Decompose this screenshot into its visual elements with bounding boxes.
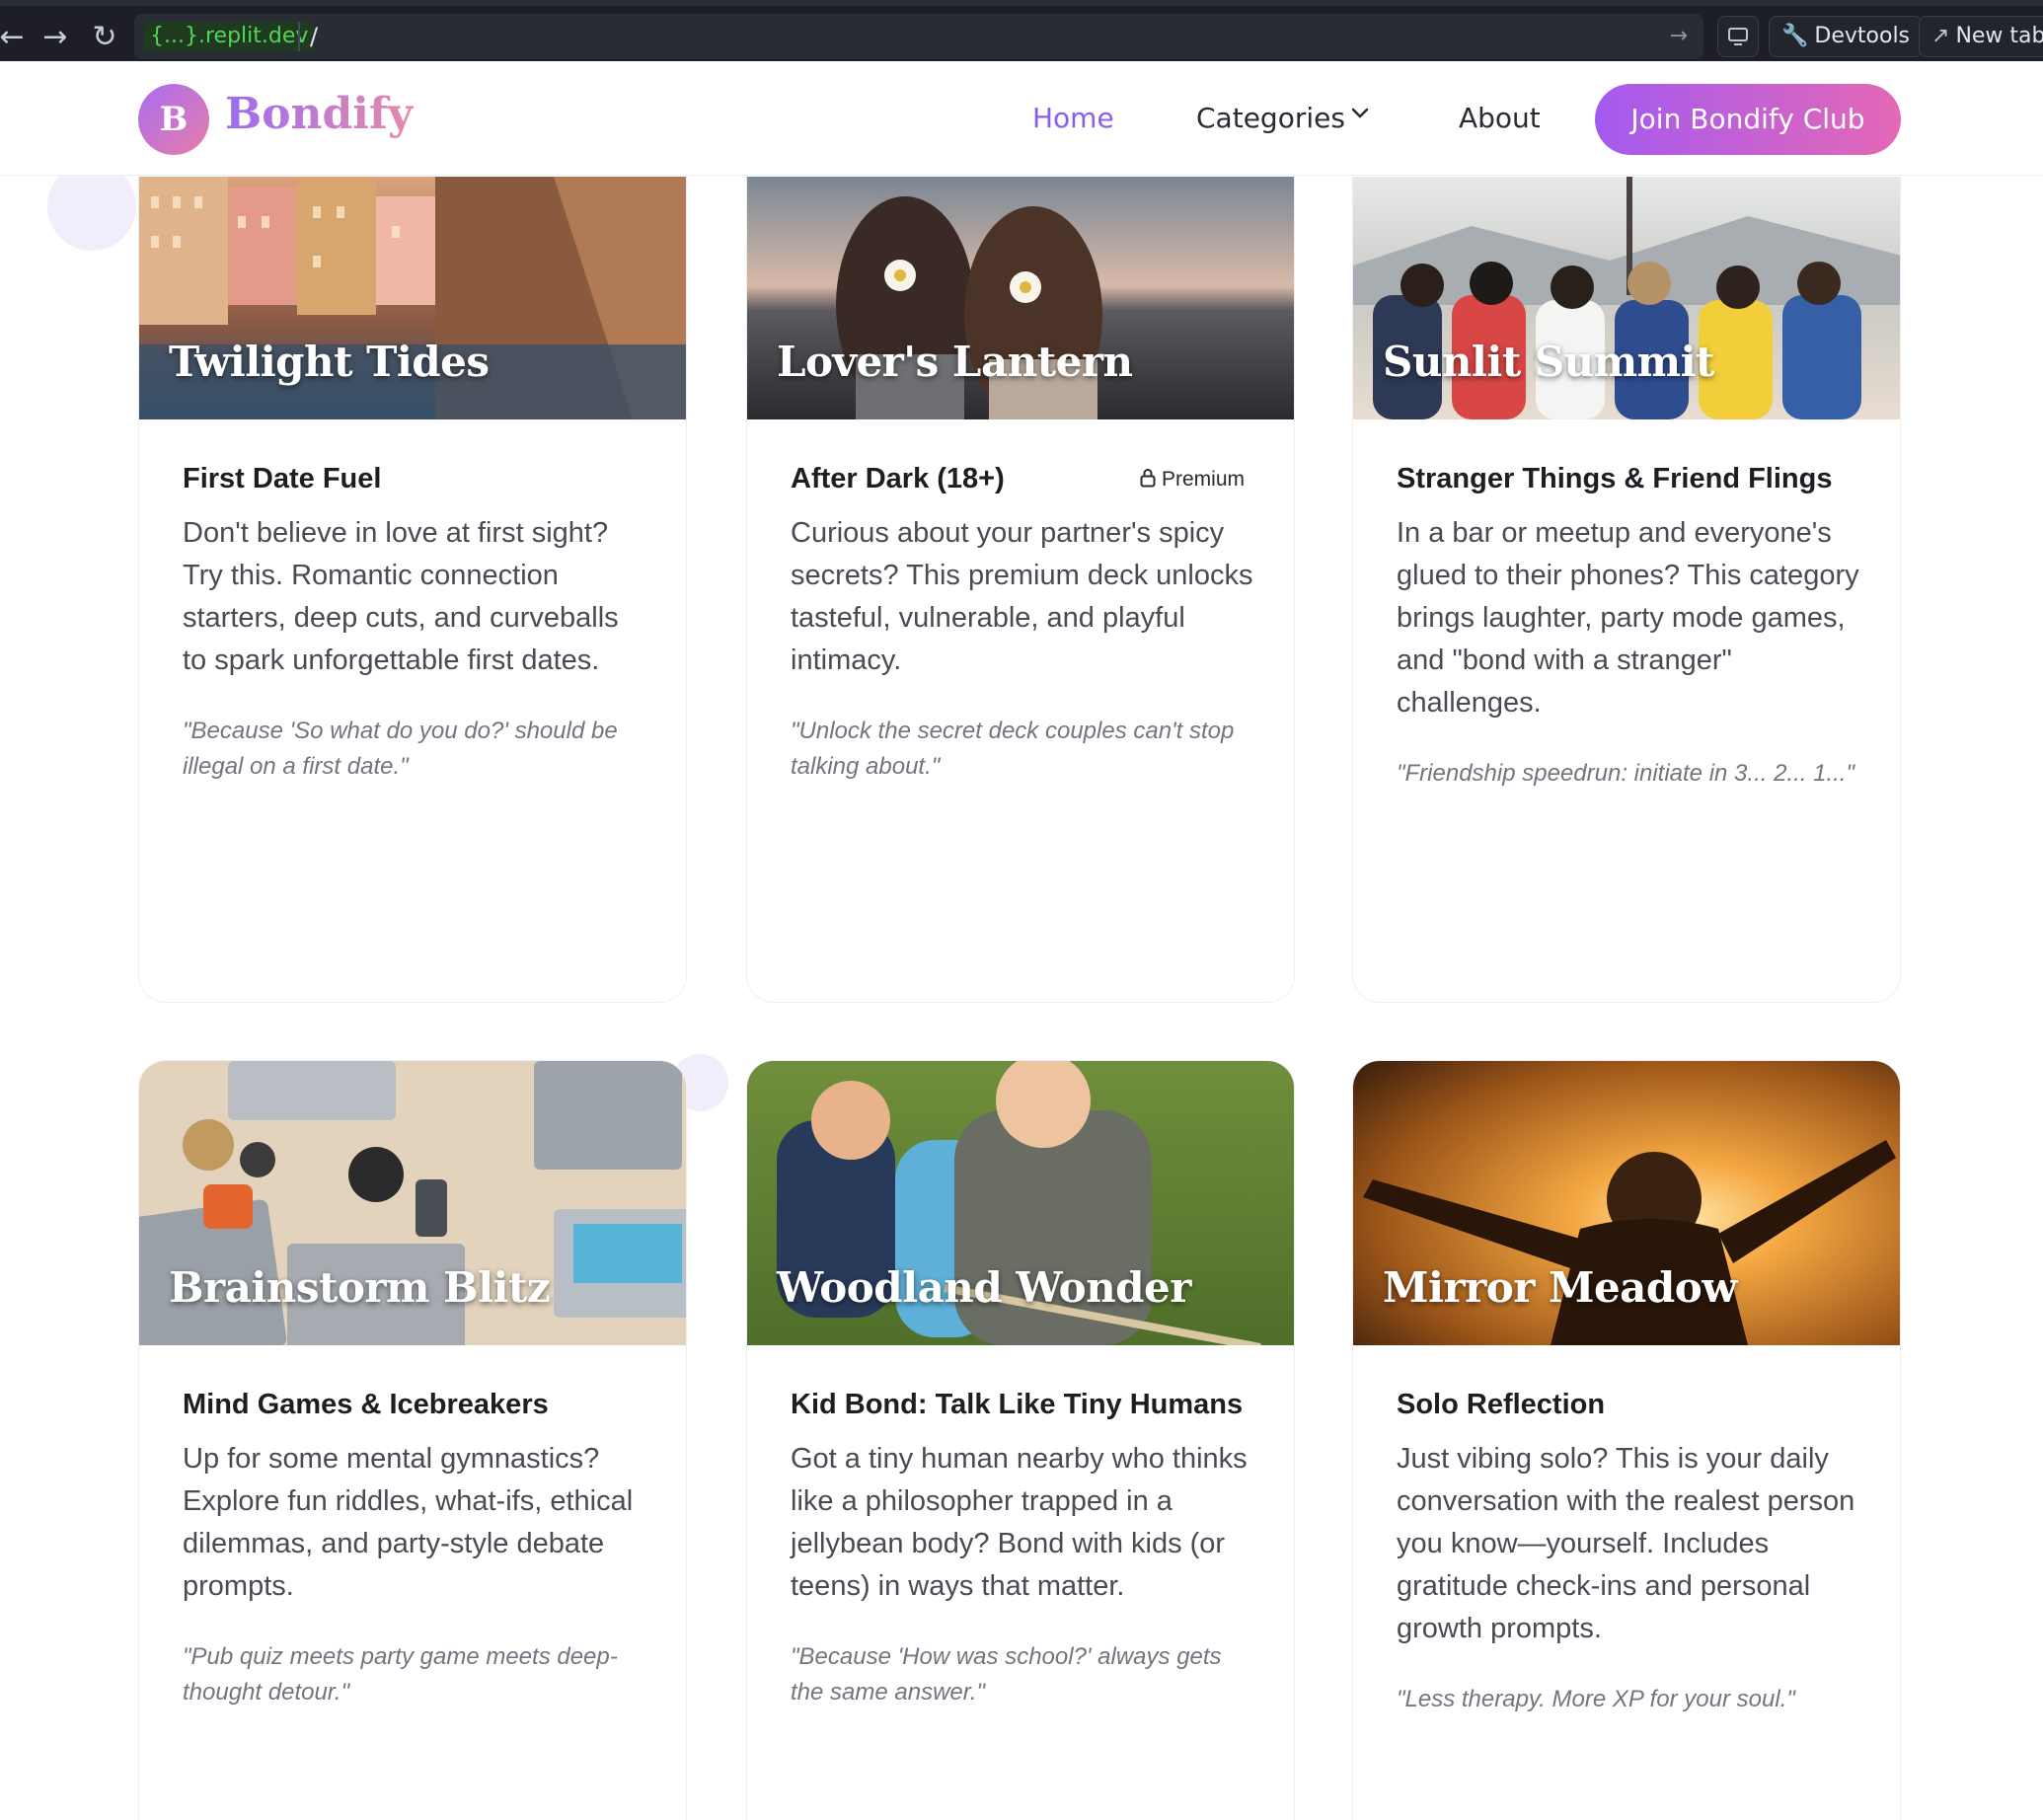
card-description: Just vibing solo? This is your daily con…	[1397, 1443, 1855, 1644]
card-image: Woodland Wonder	[747, 1061, 1294, 1351]
nav-home[interactable]: Home	[1032, 99, 1114, 138]
card-image-title: Twilight Tides	[169, 338, 490, 386]
new-tab-button[interactable]: ↗ New tab	[1919, 16, 2043, 57]
card-title: Mind Games & Icebreakers	[183, 1389, 549, 1420]
nav-categories[interactable]: Categories	[1196, 99, 1345, 138]
url-separator	[298, 22, 300, 51]
url-host: {...}.replit.dev	[144, 22, 315, 51]
brand-name[interactable]: Bondify	[225, 89, 414, 139]
card-quote: "Pub quiz meets party game meets deep-th…	[183, 1643, 618, 1706]
category-card[interactable]: Lover's Lantern After Dark (18+) Premium…	[746, 134, 1295, 1003]
card-quote: "Friendship speedrun: initiate in 3... 2…	[1397, 760, 1854, 787]
card-image-title: Sunlit Summit	[1383, 338, 1714, 386]
card-image-title: Lover's Lantern	[777, 338, 1133, 386]
card-body: Stranger Things & Friend Flings In a bar…	[1397, 459, 1860, 792]
card-image: Mirror Meadow	[1353, 1061, 1900, 1345]
devtools-button[interactable]: 🔧 Devtools	[1769, 16, 1924, 57]
category-card[interactable]: Brainstorm Blitz Mind Games & Icebreaker…	[138, 1060, 687, 1820]
premium-badge: Premium	[1140, 465, 1245, 494]
logo-badge[interactable]: B	[138, 84, 209, 155]
address-bar[interactable]: {...}.replit.dev / →	[134, 14, 1703, 59]
card-quote: "Less therapy. More XP for your soul."	[1397, 1686, 1795, 1712]
card-description: Up for some mental gymnastics? Explore f…	[183, 1443, 634, 1602]
card-body: After Dark (18+) Premium Curious about y…	[791, 459, 1254, 785]
back-arrow-icon[interactable]: ←	[0, 18, 32, 57]
card-title: Solo Reflection	[1397, 1389, 1606, 1420]
category-card[interactable]: Twilight Tides First Date Fuel Don't bel…	[138, 134, 687, 1003]
card-quote: "Because 'How was school?' always gets t…	[791, 1643, 1222, 1706]
card-title: Stranger Things & Friend Flings	[1397, 463, 1833, 494]
card-image: Twilight Tides	[139, 177, 686, 419]
external-link-icon: ↗	[1931, 24, 1950, 48]
card-body: Solo Reflection Just vibing solo? This i…	[1397, 1385, 1860, 1717]
card-title: Kid Bond: Talk Like Tiny Humans	[791, 1389, 1244, 1420]
card-image: Lover's Lantern	[747, 177, 1294, 428]
card-description: Got a tiny human nearby who thinks like …	[791, 1443, 1248, 1602]
nav-about[interactable]: About	[1459, 99, 1541, 138]
join-club-button[interactable]: Join Bondify Club	[1595, 84, 1901, 155]
card-image: Brainstorm Blitz	[139, 1061, 686, 1367]
card-body: Kid Bond: Talk Like Tiny Humans Got a ti…	[791, 1385, 1254, 1710]
forward-arrow-icon[interactable]: →	[36, 18, 75, 57]
url-path: /	[310, 23, 319, 50]
go-arrow-icon[interactable]: →	[1670, 20, 1688, 53]
card-description: In a bar or meetup and everyone's glued …	[1397, 517, 1859, 719]
card-quote: "Because 'So what do you do?' should be …	[183, 718, 618, 780]
card-image: Sunlit Summit	[1353, 177, 1900, 419]
card-image-title: Woodland Wonder	[777, 1263, 1191, 1312]
reload-icon[interactable]: ↻	[85, 18, 124, 57]
wrench-icon: 🔧	[1781, 24, 1809, 48]
site-header: B Bondify Home Categories About Join Bon…	[0, 61, 2043, 176]
lock-icon	[1140, 469, 1156, 488]
card-image-title: Mirror Meadow	[1383, 1263, 1737, 1312]
category-card[interactable]: Woodland Wonder Kid Bond: Talk Like Tiny…	[746, 1060, 1295, 1820]
chevron-down-icon[interactable]	[1348, 101, 1372, 124]
card-quote: "Unlock the secret deck couples can't st…	[791, 718, 1235, 780]
card-description: Don't believe in love at first sight? Tr…	[183, 517, 619, 676]
category-card[interactable]: Sunlit Summit Stranger Things & Friend F…	[1352, 134, 1901, 1003]
card-description: Curious about your partner's spicy secre…	[791, 517, 1253, 676]
devtools-label: Devtools	[1814, 24, 1911, 48]
monitor-icon[interactable]	[1717, 16, 1759, 57]
card-image-title: Brainstorm Blitz	[169, 1263, 551, 1312]
card-body: Mind Games & Icebreakers Up for some men…	[183, 1385, 646, 1710]
new-tab-label: New tab	[1955, 24, 2043, 48]
card-body: First Date Fuel Don't believe in love at…	[183, 459, 646, 785]
premium-label: Premium	[1161, 468, 1245, 491]
category-card[interactable]: Mirror Meadow Solo Reflection Just vibin…	[1352, 1060, 1901, 1820]
card-title: First Date Fuel	[183, 463, 382, 494]
browser-toolbar: ← → ↻ {...}.replit.dev / → 🔧 Devtools ↗ Ne…	[0, 0, 2043, 61]
